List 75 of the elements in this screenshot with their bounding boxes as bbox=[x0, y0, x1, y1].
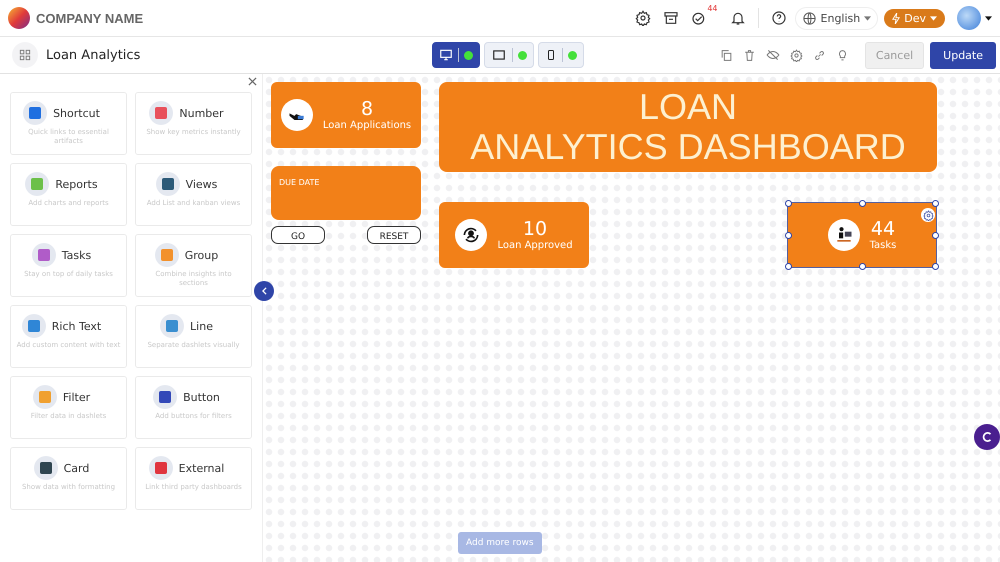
update-button[interactable]: Update bbox=[930, 42, 996, 68]
widget-icon bbox=[32, 243, 56, 267]
widget-icon bbox=[160, 314, 184, 338]
widget-icon bbox=[34, 456, 58, 480]
store-icon[interactable] bbox=[663, 10, 680, 26]
metric-label: Loan Applications bbox=[322, 120, 412, 131]
caret-icon bbox=[864, 16, 872, 20]
bell-icon[interactable] bbox=[730, 10, 746, 26]
company-name: COMPANY NAME bbox=[36, 10, 144, 26]
desktop-view-toggle[interactable] bbox=[432, 42, 480, 68]
widget-title: Button bbox=[183, 390, 220, 404]
metric-value: 8 bbox=[360, 99, 374, 120]
widget-icon bbox=[25, 172, 50, 196]
metric-label: Loan Approved bbox=[497, 240, 573, 251]
delete-icon[interactable] bbox=[742, 48, 756, 62]
widget-title: Group bbox=[184, 248, 218, 262]
metric-icon bbox=[828, 219, 860, 251]
widget-icon bbox=[156, 172, 180, 196]
resize-handle[interactable] bbox=[785, 263, 792, 270]
widget-icon bbox=[153, 385, 178, 409]
widget-icon bbox=[149, 101, 174, 125]
widget-icon bbox=[23, 101, 48, 125]
logo-icon bbox=[8, 7, 30, 29]
resize-handle[interactable] bbox=[932, 263, 939, 270]
help-icon[interactable] bbox=[770, 10, 787, 26]
resize-handle[interactable] bbox=[859, 200, 866, 207]
resize-handle[interactable] bbox=[859, 263, 866, 270]
tablet-icon bbox=[491, 48, 507, 62]
widget-icon bbox=[148, 456, 173, 480]
copy-icon[interactable] bbox=[720, 48, 733, 62]
mobile-view-toggle[interactable] bbox=[538, 42, 584, 68]
tasks-check-icon[interactable] bbox=[691, 10, 708, 26]
globe-icon bbox=[802, 10, 817, 26]
hide-icon[interactable] bbox=[766, 48, 780, 62]
chevron-left-icon bbox=[262, 287, 266, 295]
widget-icon bbox=[32, 385, 57, 409]
widget-title: Shortcut bbox=[53, 106, 100, 120]
filter-label: DUE DATE bbox=[279, 178, 320, 187]
resize-handle[interactable] bbox=[785, 232, 792, 239]
mobile-icon bbox=[545, 48, 557, 62]
widget-title: Views bbox=[186, 178, 218, 190]
metric-value: 10 bbox=[522, 219, 548, 240]
caret-icon[interactable] bbox=[985, 16, 992, 20]
resize-handle[interactable] bbox=[932, 232, 939, 239]
widget-title: Number bbox=[179, 106, 224, 120]
widget-title: Reports bbox=[55, 178, 98, 190]
notification-count: 44 bbox=[707, 4, 718, 13]
widget-title: External bbox=[178, 462, 224, 474]
apps-grid-icon[interactable] bbox=[12, 42, 38, 68]
filter-button[interactable]: GO bbox=[271, 226, 325, 244]
metric-icon bbox=[280, 99, 313, 131]
settings-icon[interactable] bbox=[635, 10, 652, 26]
widget-icon bbox=[22, 314, 46, 338]
widget-title: Tasks bbox=[62, 248, 92, 262]
dashboard-heading: LOAN ANALYTICS DASHBOARD bbox=[470, 87, 906, 167]
desktop-icon bbox=[439, 48, 453, 62]
metric-value: 44 bbox=[870, 219, 896, 240]
chat-launcher-icon[interactable] bbox=[974, 424, 1000, 450]
resize-handle[interactable] bbox=[785, 200, 792, 207]
filter-button[interactable]: RESET bbox=[367, 226, 421, 244]
metric-label: Tasks bbox=[870, 240, 896, 251]
language-dropdown[interactable]: English bbox=[794, 6, 878, 30]
widget-title: Filter bbox=[62, 390, 90, 404]
metric-icon bbox=[455, 219, 488, 251]
widget-icon bbox=[154, 243, 179, 267]
lightning-icon bbox=[892, 12, 900, 24]
widget-title: Line bbox=[190, 320, 213, 332]
resize-handle[interactable] bbox=[932, 200, 939, 207]
widget-title: Card bbox=[64, 462, 90, 474]
tablet-view-toggle[interactable] bbox=[484, 42, 534, 68]
caret-icon bbox=[930, 16, 937, 20]
widget-title: Rich Text bbox=[52, 320, 102, 332]
dashboard-title: Loan Analytics bbox=[46, 48, 140, 62]
settings-icon[interactable] bbox=[921, 208, 935, 222]
link-icon[interactable] bbox=[812, 48, 826, 62]
